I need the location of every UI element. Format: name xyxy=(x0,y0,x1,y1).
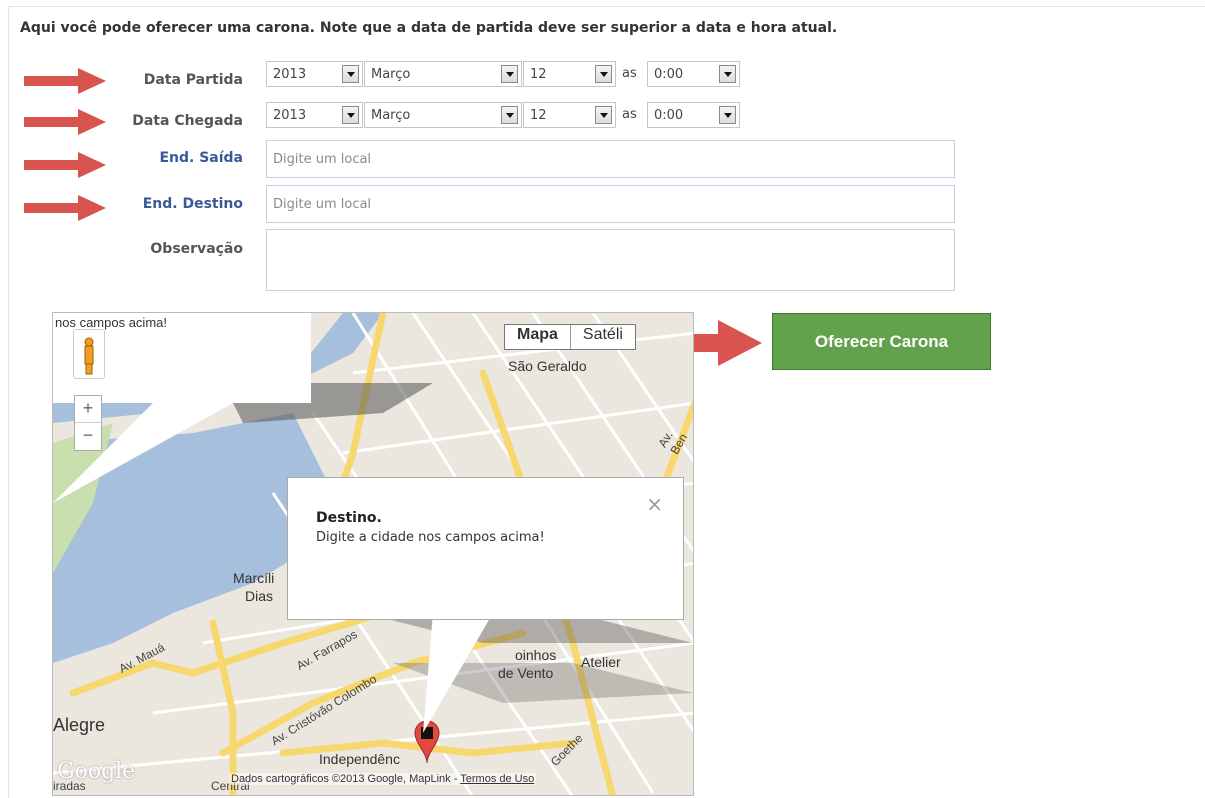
panel-border-top xyxy=(8,6,1205,7)
arrow-icon xyxy=(24,68,106,94)
label-end-saida[interactable]: End. Saída xyxy=(159,150,243,166)
departure-time-value: 0:00 xyxy=(654,67,684,82)
info-title: Destino. xyxy=(316,510,382,526)
origin-address-input[interactable] xyxy=(266,140,955,178)
departure-year-value: 2013 xyxy=(273,67,307,82)
arrival-day-value: 12 xyxy=(530,108,547,123)
map-label: São Geraldo xyxy=(508,358,587,374)
chevron-down-icon xyxy=(595,65,612,83)
chevron-down-icon xyxy=(342,106,359,124)
arrival-month-select[interactable]: Março xyxy=(364,102,522,128)
map-label: Marcíli xyxy=(233,570,275,586)
as-label: as xyxy=(622,107,637,122)
zoom-control: + − xyxy=(74,395,102,451)
pegman-icon[interactable] xyxy=(73,329,105,379)
chevron-down-icon xyxy=(719,65,736,83)
map-view[interactable]: nos campos acima! + − Mapa Satéli São Ge… xyxy=(52,312,694,796)
credits-text: Dados cartográficos ©2013 Google, MapLin… xyxy=(231,773,451,785)
map-label: de Vento xyxy=(498,665,554,681)
arrival-month-value: Março xyxy=(371,108,411,123)
chevron-down-icon xyxy=(501,65,518,83)
label-data-chegada: Data Chegada xyxy=(132,113,243,129)
offer-ride-button[interactable]: Oferecer Carona xyxy=(772,313,991,370)
label-observacao: Observação xyxy=(150,241,243,257)
small-bubble-text: nos campos acima! xyxy=(55,315,167,330)
arrival-day-select[interactable]: 12 xyxy=(523,102,616,128)
chevron-down-icon xyxy=(342,65,359,83)
arrow-icon xyxy=(24,152,106,178)
departure-month-select[interactable]: Março xyxy=(364,61,522,87)
notes-textarea[interactable] xyxy=(266,229,955,291)
arrow-icon xyxy=(24,195,106,221)
map-label: Dias xyxy=(245,588,274,604)
label-data-partida: Data Partida xyxy=(143,72,243,88)
map-type-satellite-button[interactable]: Satéli xyxy=(571,325,635,349)
chevron-down-icon xyxy=(501,106,518,124)
departure-day-select[interactable]: 12 xyxy=(523,61,616,87)
arrow-icon xyxy=(24,109,106,135)
pegman-figure xyxy=(84,337,94,375)
arrival-year-select[interactable]: 2013 xyxy=(266,102,363,128)
map-label: Independênc xyxy=(319,751,400,767)
google-logo: Google xyxy=(57,759,136,784)
departure-day-value: 12 xyxy=(530,67,547,82)
intro-text: Aqui você pode oferecer uma carona. Note… xyxy=(20,20,838,36)
info-window: × Destino. Digite a cidade nos campos ac… xyxy=(287,477,684,620)
info-body: Digite a cidade nos campos acima! xyxy=(316,530,545,545)
zoom-out-button[interactable]: − xyxy=(75,422,101,449)
map-type-map-button[interactable]: Mapa xyxy=(505,325,571,349)
terms-link[interactable]: Termos de Uso xyxy=(460,773,534,785)
arrival-year-value: 2013 xyxy=(273,108,307,123)
close-icon[interactable]: × xyxy=(646,492,663,516)
departure-month-value: Março xyxy=(371,67,411,82)
chevron-down-icon xyxy=(595,106,612,124)
credits-separator: - xyxy=(450,773,461,785)
departure-time-select[interactable]: 0:00 xyxy=(647,61,740,87)
label-end-destino[interactable]: End. Destino xyxy=(143,196,243,212)
zoom-in-button[interactable]: + xyxy=(75,396,101,422)
map-label: oinhos xyxy=(515,647,557,663)
as-label: as xyxy=(622,66,637,81)
arrival-time-select[interactable]: 0:00 xyxy=(647,102,740,128)
map-type-control: Mapa Satéli xyxy=(504,324,636,350)
destination-address-input[interactable] xyxy=(266,185,955,223)
map-label: Atelier xyxy=(581,654,621,670)
arrival-time-value: 0:00 xyxy=(654,108,684,123)
panel-border-left xyxy=(8,6,9,798)
map-credits: Dados cartográficos ©2013 Google, MapLin… xyxy=(229,773,537,785)
chevron-down-icon xyxy=(719,106,736,124)
map-label: Alegre xyxy=(53,715,106,735)
departure-year-select[interactable]: 2013 xyxy=(266,61,363,87)
